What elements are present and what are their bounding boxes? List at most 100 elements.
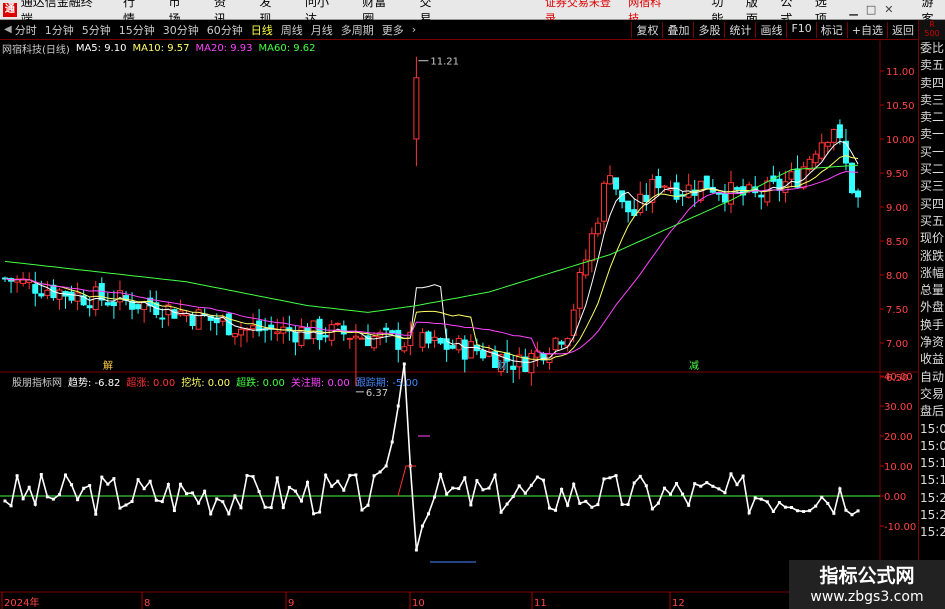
- candle: [171, 308, 178, 319]
- trend-point: [560, 487, 564, 491]
- candle: [165, 301, 172, 327]
- trend-point: [662, 486, 666, 490]
- trend-point: [287, 485, 291, 489]
- period-daily[interactable]: 日线: [251, 22, 273, 38]
- period-30min[interactable]: 30分钟: [163, 22, 199, 38]
- tool-add-watchlist[interactable]: +自选: [846, 21, 887, 38]
- candle: [431, 330, 438, 348]
- candle-body: [479, 349, 486, 359]
- trend-point: [826, 501, 830, 505]
- trend-point: [711, 484, 715, 488]
- candle: [225, 312, 232, 336]
- candle-body: [788, 171, 795, 180]
- candle: [534, 341, 541, 367]
- period-60min[interactable]: 60分钟: [207, 22, 243, 38]
- candle: [177, 299, 184, 317]
- high-marker-label: 11.21: [430, 57, 459, 68]
- tool-stats[interactable]: 统计: [724, 21, 755, 38]
- trend-point: [245, 474, 249, 478]
- ind-tick-label: 0.00: [884, 492, 906, 503]
- trend-point: [596, 503, 600, 507]
- panel-item: 交易: [920, 386, 945, 401]
- maximize-icon[interactable]: □: [866, 3, 876, 16]
- close-icon[interactable]: ✕: [884, 3, 893, 16]
- panel-item: 买二: [920, 162, 945, 177]
- trend-point: [487, 486, 491, 490]
- tool-mark[interactable]: 标记: [815, 21, 847, 38]
- trend-point: [118, 506, 122, 510]
- trend-point: [70, 483, 74, 487]
- tool-back[interactable]: 返回: [887, 21, 918, 38]
- trend-point: [427, 512, 430, 516]
- trend-point: [414, 548, 418, 552]
- trend-point: [100, 475, 104, 479]
- period-1min[interactable]: 1分钟: [45, 22, 74, 38]
- stock-title[interactable]: 网宿科技(日线): [2, 41, 70, 56]
- ma5-line: [4, 140, 859, 363]
- date-tick-label: 10: [412, 598, 425, 609]
- tool-overlay[interactable]: 叠加: [662, 21, 693, 38]
- scroll-left-icon[interactable]: ◀: [4, 24, 12, 35]
- trend-point: [650, 507, 654, 511]
- panel-item: 买五: [920, 213, 945, 228]
- period-multi[interactable]: 多周期: [341, 22, 374, 38]
- panel-item: 外盘: [920, 300, 945, 315]
- candle-body: [32, 284, 39, 294]
- candle: [667, 180, 674, 194]
- trend-point: [566, 503, 570, 507]
- candle: [842, 128, 849, 171]
- tool-multi-stock[interactable]: 多股: [693, 21, 724, 38]
- candle: [44, 281, 51, 300]
- period-15min[interactable]: 15分钟: [119, 22, 155, 38]
- ind-track-value: 跟踪期: -5.00: [355, 377, 419, 389]
- date-tick-label: 8: [144, 598, 150, 609]
- trend-point: [445, 492, 449, 496]
- candle-body: [661, 185, 668, 188]
- price-tick-label: 9.50: [886, 169, 908, 180]
- panel-item: 15:01: [920, 438, 945, 453]
- indicator-title[interactable]: 股朋指标网: [12, 374, 62, 389]
- trend-point: [541, 478, 545, 482]
- period-monthly[interactable]: 月线: [311, 22, 333, 38]
- candle-body: [818, 142, 825, 159]
- tool-adjust[interactable]: 复权: [631, 21, 662, 38]
- trend-point: [76, 498, 80, 502]
- period-5min[interactable]: 5分钟: [82, 22, 111, 38]
- candle-body: [643, 194, 650, 203]
- tool-f10[interactable]: F10: [786, 21, 815, 38]
- trend-point: [269, 506, 273, 510]
- candle-body: [44, 289, 51, 296]
- trend-point: [832, 511, 836, 515]
- period-weekly[interactable]: 周线: [281, 22, 303, 38]
- trend-point: [402, 362, 406, 366]
- minimize-icon[interactable]: ▁: [849, 3, 857, 16]
- panel-header[interactable]: R 500: [919, 20, 945, 40]
- candle-body: [274, 331, 281, 335]
- tool-draw[interactable]: 画线: [755, 21, 786, 38]
- trend-point: [239, 506, 243, 510]
- trend-point: [384, 464, 388, 468]
- trend-point: [517, 484, 521, 488]
- candle: [256, 308, 263, 337]
- period-toolbar: ◀ 分时 1分钟 5分钟 15分钟 30分钟 60分钟 日线 周线 月线 多周期…: [0, 20, 918, 40]
- period-intraday[interactable]: 分时: [15, 22, 37, 38]
- panel-item: 买四: [920, 196, 945, 211]
- panel-item: 涨跌: [920, 248, 945, 263]
- candle-body: [758, 194, 765, 198]
- overbought-line: [397, 465, 416, 497]
- candle: [576, 267, 583, 319]
- date-tick-label: 11: [534, 598, 547, 609]
- trend-point: [572, 482, 576, 486]
- date-tick-label: 12: [672, 598, 685, 609]
- trend-point: [15, 474, 19, 478]
- trend-point: [233, 494, 237, 498]
- trend-point: [366, 503, 370, 507]
- chevron-right-icon[interactable]: ›: [412, 23, 416, 36]
- period-more[interactable]: 更多: [382, 22, 404, 38]
- price-tick-label: 10.50: [886, 101, 915, 112]
- candle: [473, 338, 480, 355]
- quote-side-panel: R 500 委比 卖五 卖四 卖三 卖二 卖一 买一 买二 买三 买四 买五 现价 涨跌 涨幅 总量 外盘 换手…: [918, 20, 945, 609]
- price-tick-label: 11.00: [886, 67, 915, 78]
- kline-chart[interactable]: 11.00 10.50 10.00 9.50 9.00 8.50 8.00 7.50 7.00 6…: [0, 40, 918, 609]
- trend-point: [771, 509, 775, 513]
